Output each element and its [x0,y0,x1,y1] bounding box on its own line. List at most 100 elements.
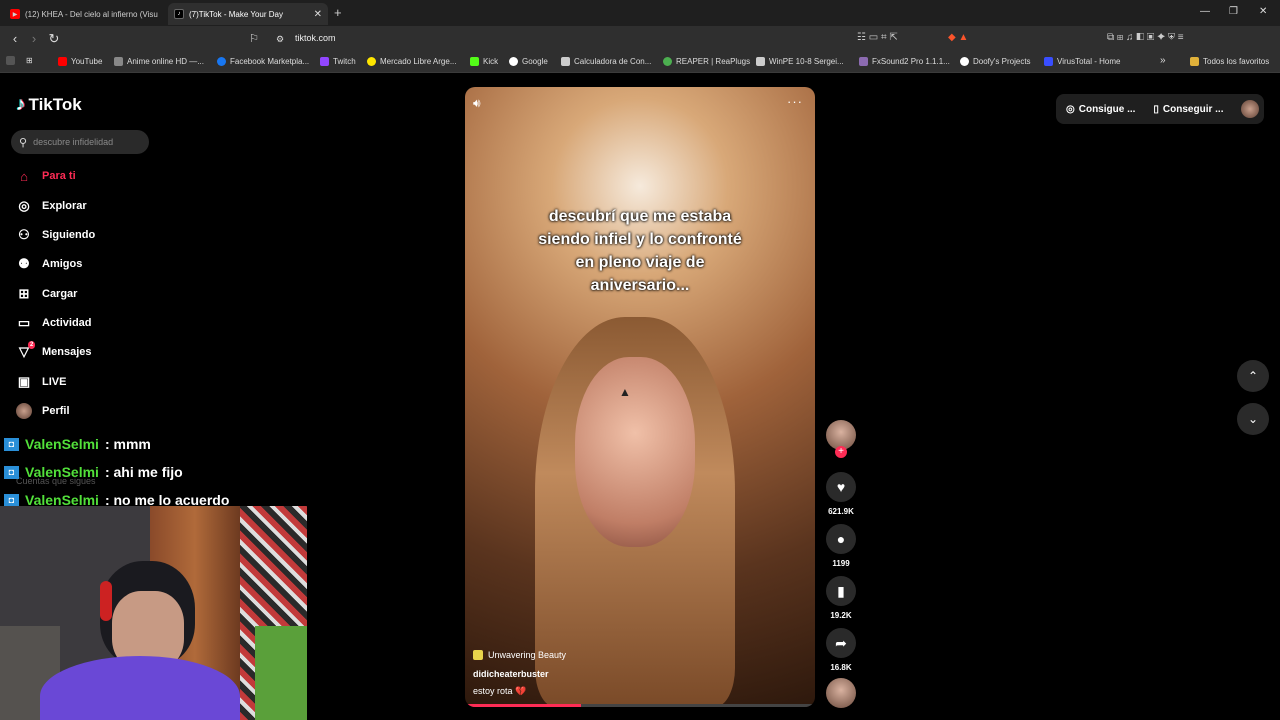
save-button[interactable]: ▮ 19.2K [825,576,857,620]
close-tab-icon[interactable]: ✕ [314,9,322,20]
bookmarks-menu-icon[interactable] [6,56,15,65]
bookmarks-bar: ⊞ YouTube Anime online HD —... Facebook … [0,53,1280,73]
nav-cargar[interactable]: ⊞ Cargar [16,284,78,304]
heart-icon: ♥ [826,472,856,502]
new-tab-button[interactable]: + [334,5,342,20]
search-icon: ⚲ [19,136,28,149]
nav-amigos[interactable]: ⚉ Amigos [16,254,82,274]
nav-siguiendo[interactable]: ⚇ Siguiendo [16,225,95,245]
bookmark-item[interactable]: WinPE 10-8 Sergei... [756,57,844,66]
live-icon: ▣ [17,374,31,389]
maximize-icon[interactable]: ❐ [1229,6,1238,17]
nav-live[interactable]: ▣ LIVE [16,372,67,392]
minimize-icon[interactable]: — [1200,6,1210,17]
bookmark-item[interactable]: YouTube [58,57,102,66]
chevron-down-icon: ⌄ [1247,412,1259,426]
bookmark-item[interactable]: Facebook Marketpla... [217,57,309,66]
tiktok-logo[interactable]: ♪ TikTok [16,94,82,116]
bookmark-item[interactable]: Anime online HD —... [114,57,204,66]
search-input[interactable]: ⚲ descubre infidelidad [11,130,149,154]
close-window-icon[interactable]: ✕ [1259,6,1267,17]
youtube-icon: ▶ [10,9,20,19]
coin-icon: ◎ [1066,103,1075,115]
video-description: estoy rota 💔 [473,686,527,696]
all-bookmarks-folder[interactable]: Todos los favoritos [1190,57,1269,66]
volume-icon[interactable]: 🔊︎ [473,96,481,111]
tab-title: (7)TikTok - Make Your Day [189,9,283,19]
apps-icon[interactable]: ⊞ [26,56,33,65]
toolbar-icons[interactable]: ⧉ ⊞ ♫ ◧ ▣ ✦ ⛨ ≡ [1107,32,1184,43]
mouse-cursor-icon: ▲ [619,385,631,399]
reload-icon[interactable]: ↻ [46,31,62,47]
friends-icon: ⚉ [18,256,30,271]
twitch-icon: ◘ [4,437,19,451]
browser-toolbar: ‹ › ↻ ⚐ ⚙ tiktok.com ☷ ▭ ⌗ ⇱ ◆ ▲ ⧉ ⊞ ♫ ◧… [0,26,1280,53]
follow-plus-icon[interactable]: + [835,446,847,458]
comment-icon: ● [826,524,856,554]
tiktok-icon: ♪ [174,9,184,19]
bookmark-item[interactable]: Twitch [320,57,356,66]
back-icon[interactable]: ‹ [7,31,23,46]
address-bar[interactable]: tiktok.com [295,33,336,43]
chat-message: ◘ ValenSelmi: mmm [4,436,151,452]
brave-shield-icon[interactable]: ◆ ▲ [948,32,968,43]
nav-mensajes[interactable]: ▽ 2 Mensajes [16,341,92,362]
bookmark-item[interactable]: Kick [470,57,498,66]
nav-perfil[interactable]: Perfil [16,401,70,421]
activity-icon: ▭ [17,315,31,330]
bookmark-item[interactable]: VirusTotal - Home [1044,57,1120,66]
video-progress-bar[interactable] [465,704,815,707]
following-icon: ⚇ [18,227,30,242]
like-button[interactable]: ♥ 621.9K [825,472,857,516]
messages-icon: ▽ 2 [19,341,36,359]
comment-button[interactable]: ● 1199 [825,524,857,568]
forward-icon[interactable]: › [26,31,42,46]
get-app-button[interactable]: ▯ Conseguir ... [1153,104,1223,115]
browser-window: ▶ (12) KHEA - Del cielo al infierno (Vis… [0,0,1280,720]
bookmark-page-icon[interactable]: ⚐ [246,32,262,45]
nav-explorar[interactable]: ◎ Explorar [16,196,86,216]
extensions-icons[interactable]: ☷ ▭ ⌗ ⇱ [857,32,898,43]
sound-avatar[interactable] [825,678,857,708]
bookmark-item[interactable]: REAPER | ReaPlugs [663,57,750,66]
tab-youtube[interactable]: ▶ (12) KHEA - Del cielo al infierno (Vis… [4,3,166,25]
chat-message: ◘ ValenSelmi: ahi me fijo [4,464,183,480]
bookmark-item[interactable]: Google [509,57,548,66]
site-info-icon[interactable]: ⚙ [272,34,288,45]
previous-video-button[interactable]: ⌃ [1237,360,1269,392]
bookmark-icon: ▮ [826,576,856,606]
twitch-icon: ◘ [4,493,19,507]
upload-icon: ⊞ [18,286,30,301]
creator-avatar[interactable]: + [825,420,857,458]
video-author[interactable]: didicheaterbuster [473,669,549,679]
share-icon: ➦ [826,628,856,658]
profile-avatar [16,403,32,419]
bookmark-item[interactable]: Mercado Libre Arge... [367,57,456,66]
home-icon: ⌂ [20,168,28,184]
music-icon [473,650,483,660]
more-bookmarks-icon[interactable]: » [1160,55,1166,66]
nav-para-ti[interactable]: ⌂ Para ti [16,166,76,186]
top-right-actions: ◎ Consigue ... ▯ Conseguir ... [1056,94,1264,124]
bookmark-item[interactable]: Doofy's Projects [960,57,1031,66]
tab-title: (12) KHEA - Del cielo al infierno (Visu [25,9,158,19]
more-options-icon[interactable]: ··· [787,94,803,109]
webcam-overlay [0,506,307,720]
tiktok-logo-icon: ♪ [16,94,26,115]
nav-actividad[interactable]: ▭ Actividad [16,313,92,333]
video-progress-fill [465,704,581,707]
sound-link[interactable]: Unwavering Beauty [473,650,566,660]
compass-icon: ◎ [18,198,30,213]
twitch-icon: ◘ [4,465,19,479]
video-player[interactable]: 🔊︎ ··· descubrí que me estaba siendo inf… [465,87,815,707]
tab-tiktok[interactable]: ♪ (7)TikTok - Make Your Day ✕ [168,3,328,25]
get-coins-button[interactable]: ◎ Consigue ... [1066,104,1135,115]
bookmark-item[interactable]: FxSound2 Pro 1.1.1... [859,57,950,66]
video-caption: descubrí que me estaba siendo infiel y l… [538,208,742,294]
share-button[interactable]: ➦ 16.8K [825,628,857,672]
next-video-button[interactable]: ⌄ [1237,403,1269,435]
tab-bar: ▶ (12) KHEA - Del cielo al infierno (Vis… [0,0,1280,26]
bookmark-item[interactable]: Calculadora de Con... [561,57,651,66]
user-avatar[interactable] [1241,100,1260,118]
phone-icon: ▯ [1153,103,1159,115]
